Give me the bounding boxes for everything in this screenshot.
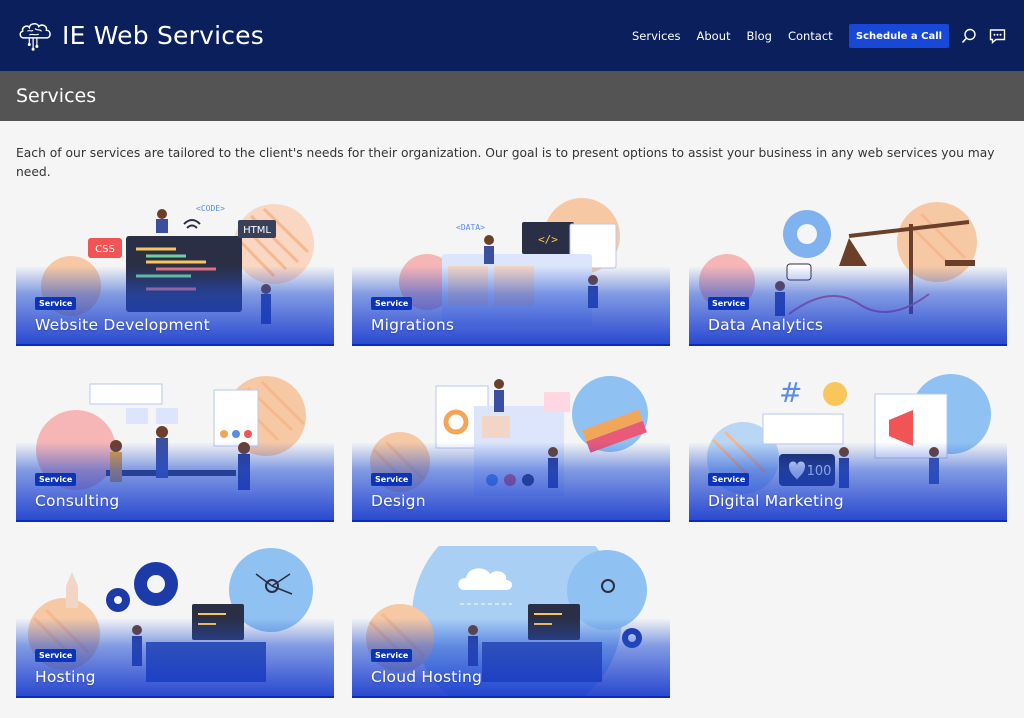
- svg-text:#: #: [779, 376, 802, 409]
- nav-contact[interactable]: Contact: [788, 29, 833, 43]
- card-title: Website Development: [35, 316, 210, 334]
- nav-about[interactable]: About: [697, 29, 731, 43]
- card-title: Data Analytics: [708, 316, 824, 334]
- svg-text:</>: </>: [538, 233, 558, 246]
- service-card-cloud-hosting[interactable]: Service Cloud Hosting: [352, 546, 670, 698]
- chat-icon[interactable]: [989, 28, 1006, 44]
- card-title: Design: [371, 492, 426, 510]
- art-html-label: HTML: [243, 225, 271, 236]
- service-card-website-development[interactable]: CSS HTML <CODE> Service Website Developm…: [16, 194, 334, 346]
- service-badge: Service: [35, 297, 77, 310]
- title-bar: Services: [0, 71, 1024, 121]
- service-card-digital-marketing[interactable]: # 100 Service Digital Marketing: [689, 370, 1007, 522]
- service-badge: Service: [371, 649, 413, 662]
- nav-blog[interactable]: Blog: [747, 29, 772, 43]
- card-title: Consulting: [35, 492, 120, 510]
- service-badge: Service: [371, 473, 413, 486]
- service-card-data-analytics[interactable]: Service Data Analytics: [689, 194, 1007, 346]
- card-title: Hosting: [35, 668, 96, 686]
- art-data-label: <DATA>: [456, 223, 485, 232]
- card-title: Migrations: [371, 316, 455, 334]
- service-card-design[interactable]: Service Design: [352, 370, 670, 522]
- brand-link[interactable]: IE Web Services: [16, 17, 264, 55]
- brain-cloud-logo-icon: [19, 22, 51, 51]
- main-nav: Services About Blog Contact: [632, 0, 833, 71]
- service-card-consulting[interactable]: Service Consulting: [16, 370, 334, 522]
- site-header: IE Web Services Services About Blog Cont…: [0, 0, 1024, 71]
- brand-name: IE Web Services: [62, 21, 264, 50]
- nav-services[interactable]: Services: [632, 29, 681, 43]
- service-card-migrations[interactable]: </> <DATA> Service Migrations: [352, 194, 670, 346]
- page-title: Services: [16, 85, 97, 107]
- service-badge: Service: [708, 297, 750, 310]
- service-badge: Service: [35, 473, 77, 486]
- service-badge: Service: [35, 649, 77, 662]
- search-icon[interactable]: [961, 28, 977, 44]
- card-title: Cloud Hosting: [371, 668, 483, 686]
- schedule-call-button[interactable]: Schedule a Call: [849, 24, 949, 48]
- card-title: Digital Marketing: [708, 492, 844, 510]
- service-badge: Service: [371, 297, 413, 310]
- service-card-hosting[interactable]: Service Hosting: [16, 546, 334, 698]
- intro-text: Each of our services are tailored to the…: [16, 146, 995, 179]
- art-code-label: <CODE>: [196, 204, 225, 213]
- service-badge: Service: [708, 473, 750, 486]
- art-css-label: CSS: [95, 244, 115, 255]
